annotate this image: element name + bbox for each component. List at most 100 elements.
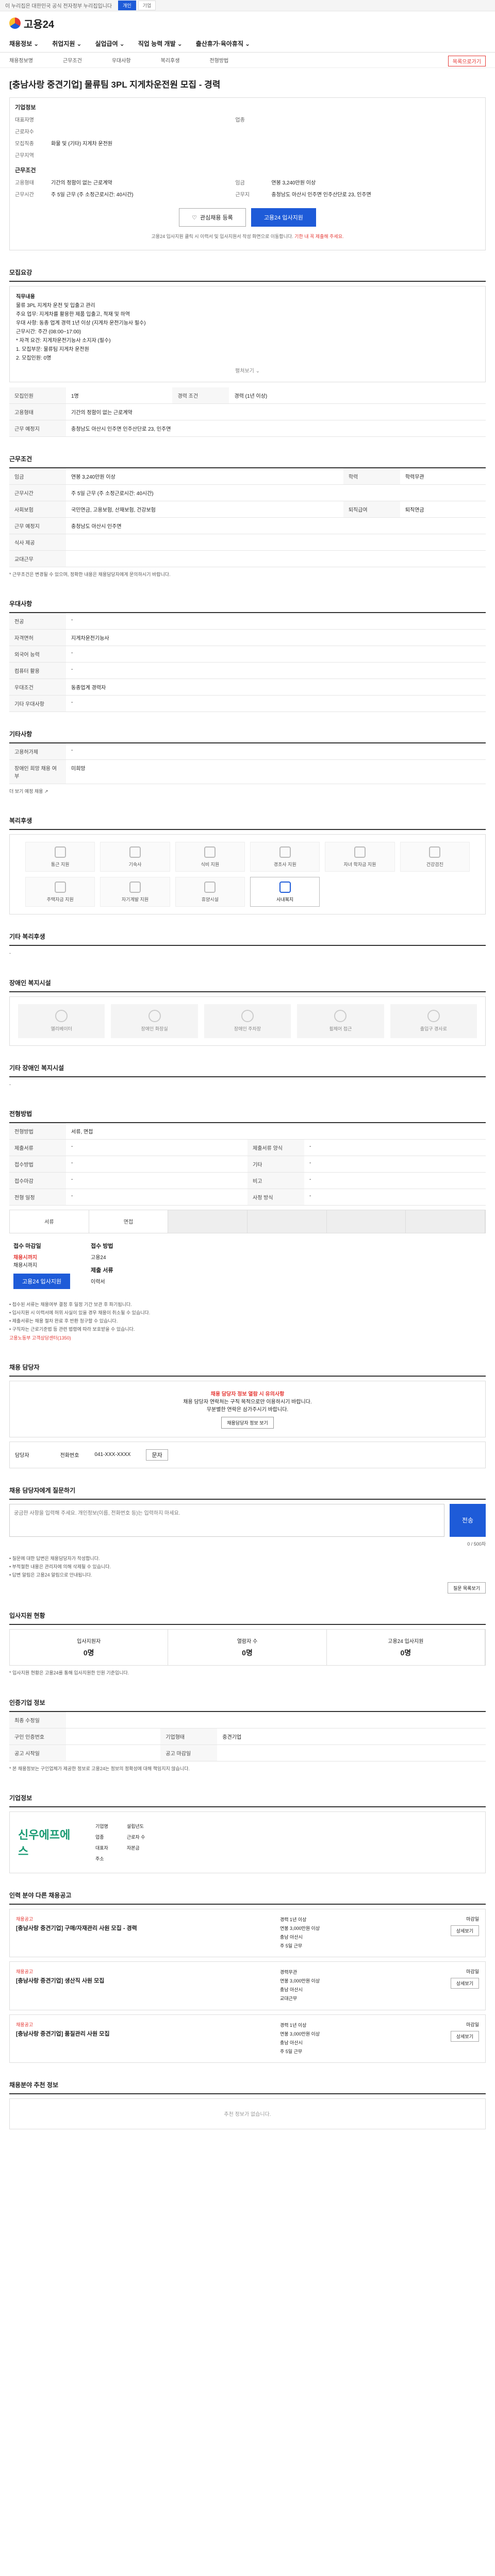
chevron-down-icon: ⌄ — [255, 368, 260, 374]
recruit-grid: 모집인원 1명 경력 조건 경력 (1년 이상) 고용형태 기간의 정함이 없는 근로계… — [9, 387, 486, 437]
grid-value: - — [66, 1156, 248, 1173]
parking-icon — [241, 1010, 254, 1023]
job-card-title[interactable]: [충남사랑 중견기업] 생산직 사원 모집 — [16, 1977, 272, 1986]
apply-note-item: • 접수된 서류는 채용여부 결정 후 일정 기간 보관 후 파기됩니다. — [9, 1301, 132, 1307]
extra-link-text: 더 보기 예정 채용 — [9, 789, 43, 794]
sms-button[interactable]: 문자 — [146, 1449, 168, 1461]
welfare-item: 건강검진 — [400, 842, 470, 872]
inquiry-form: 전송 — [9, 1503, 486, 1537]
recruit-line: * 자격 요건: 지게차운전기능사 소지자 (필수) — [16, 338, 111, 344]
job-card-detail-button[interactable]: 상세보기 — [450, 1925, 479, 1936]
job-card[interactable]: 채용공고 [충남사랑 중견기업] 품질관리 사원 모집 경력 1년 이상 연봉 3,… — [9, 2014, 486, 2063]
grid-key: 경력 조건 — [172, 387, 229, 404]
gnb-label: 실업급여 — [95, 40, 118, 47]
grid-value — [66, 1728, 161, 1745]
contact-phone-label: 전화번호 — [60, 1453, 79, 1459]
apply-note-red[interactable]: 고용노동부 고객상담센터(1350) — [9, 1334, 486, 1342]
welfare-label: 휴양시설 — [201, 896, 219, 902]
welfare-label: 식비 지원 — [201, 861, 220, 867]
grid-value: 동종업계 경력자 — [66, 679, 486, 696]
section-title-welfare-etc: 기타 복리후생 — [9, 924, 486, 946]
contact-alert: 채용 담당자 정보 열람 시 유의사항 채용 담당자 연락처는 구직 목적으로만… — [9, 1380, 486, 1437]
grid-key: 근무 예정지 — [9, 420, 66, 437]
inquiry-list-button[interactable]: 질문 목록보기 — [447, 1582, 486, 1594]
job-card-company: 채용공고 — [16, 2022, 34, 2027]
job-card-status: 마감일 — [466, 1916, 479, 1922]
tab-company[interactable]: 기업 — [138, 1, 156, 10]
grid-key: 자격면허 — [9, 629, 66, 647]
section-title-info: 인증기업 정보 — [9, 1690, 486, 1712]
send-button[interactable]: 전송 — [450, 1503, 486, 1537]
job-card[interactable]: 채용공고 [충남사랑 중견기업] 생산직 사원 모집 경력무관 연봉 3,000만원… — [9, 1961, 486, 2010]
recruit-line: 1. 모집부문: 물류팀 지게차 운전원 — [16, 347, 89, 352]
apply-notes: • 접수된 서류는 채용여부 결정 후 일정 기간 보관 후 파기됩니다. • … — [9, 1297, 486, 1345]
job-summary: 기업정보 대표자명 업종 근로자수 모집직종 화물 및 (기타) 지게차 운전원 근… — [9, 97, 486, 250]
logo-mark-icon — [9, 18, 21, 29]
section-title-preference: 우대사항 — [9, 591, 486, 614]
grid-value: 주 5일 근무 (주 소정근로시간: 40시간) — [66, 484, 486, 501]
company-key: 근로자 수 — [126, 1834, 145, 1840]
anchor-item[interactable]: 우대사항 — [112, 56, 131, 64]
job-card-detail-button[interactable]: 상세보기 — [450, 2030, 479, 2042]
apply-note-item: • 구직자는 근로기준법 등 관련 법령에 따라 보호받을 수 있습니다. — [9, 1327, 135, 1332]
welfare-item: 자녀 학자금 지원 — [325, 842, 395, 872]
job-card-detail-button[interactable]: 상세보기 — [450, 1978, 479, 1989]
gnb-item-parental[interactable]: 출산휴가·육아휴직 ⌄ — [196, 39, 250, 48]
stat-value: 0명 — [83, 1649, 94, 1657]
interest-button[interactable]: ♡ 관심채용 등록 — [179, 208, 246, 227]
summary-value: 화물 및 (기타) 지게차 운전원 — [51, 141, 112, 147]
job-card-title[interactable]: [충남사랑 중견기업] 구매/자재관리 사원 모집 - 경력 — [16, 1924, 272, 1933]
welfare-item: 사내복지 — [250, 877, 320, 907]
heart-icon: ♡ — [192, 214, 197, 221]
anchor-item[interactable]: 채용정보명 — [9, 56, 33, 64]
company-value — [150, 1843, 158, 1853]
apply-button-bottom[interactable]: 고용24 입사지원 — [13, 1273, 71, 1289]
extra-grid: 고용허가제 - 장애인 희망 채용 여부 미희망 — [9, 743, 486, 785]
job-card-title[interactable]: [충남사랑 중견기업] 품질관리 사원 모집 — [16, 2030, 272, 2039]
contact-name-label: 담당자 — [15, 1453, 29, 1459]
work-footnote: * 근무조건은 변경될 수 있으며, 정확한 내용은 채용담당자에게 문의하시기… — [9, 572, 171, 577]
anchor-item[interactable]: 근무조건 — [63, 56, 82, 64]
gnb-item-unemployment[interactable]: 실업급여 ⌄ — [95, 39, 124, 48]
company-key: 업종 — [95, 1834, 104, 1840]
site-logo[interactable]: 고용24 — [9, 16, 54, 31]
back-to-list-button[interactable]: 목록으로가기 — [448, 56, 486, 66]
company-value — [150, 1821, 158, 1831]
inquiry-notes: • 질문에 대한 답변은 채용담당자가 작성합니다. • 부적절한 내용은 관리… — [9, 1551, 486, 1583]
view-contact-button[interactable]: 채용담당자 정보 보기 — [221, 1416, 274, 1429]
tab-personal[interactable]: 개인 — [118, 1, 136, 10]
grid-key: 전공 — [9, 613, 66, 630]
house-icon — [54, 881, 66, 893]
gnb-item-training[interactable]: 직업 능력 개발 ⌄ — [138, 39, 183, 48]
summary-key: 근무시간 — [15, 192, 34, 198]
grid-key: 제출서류 — [9, 1139, 66, 1156]
interest-label: 관심채용 등록 — [200, 215, 233, 221]
inquiry-textarea[interactable] — [9, 1503, 444, 1537]
process-grid: 전형방법 서류, 면접 제출서류 - 제출서류 양식 - 접수방법 - 기타 - 접수마감 - 비… — [9, 1123, 486, 1206]
grid-value: 미희망 — [66, 759, 486, 785]
anchor-item[interactable]: 전형방법 — [209, 56, 228, 64]
contact-alert-text: 무분별한 연락은 삼가주시기 바랍니다. — [206, 1406, 289, 1413]
disability-item: 장애인 주차장 — [204, 1004, 291, 1038]
grid-value: 국민연금, 고용보험, 산재보험, 건강보험 — [66, 501, 343, 518]
disability-label: 휠체어 접근 — [329, 1026, 352, 1032]
contact-alert-text: 채용 담당자 연락처는 구직 목적으로만 이용하시기 바랍니다. — [183, 1399, 312, 1405]
welfare-item: 경조사 지원 — [250, 842, 320, 872]
user-type-tabs: 개인 기업 — [118, 1, 156, 10]
company-key: 주소 — [95, 1856, 104, 1861]
grid-value: - — [304, 1172, 486, 1189]
grid-value: 학력무관 — [400, 468, 486, 485]
expand-button[interactable]: 펼쳐보기 ⌄ — [16, 367, 479, 376]
gnb-item-support[interactable]: 취업지원 ⌄ — [52, 39, 81, 48]
apply-button[interactable]: 고용24 입사지원 — [251, 208, 316, 227]
job-card[interactable]: 채용공고 [충남사랑 중견기업] 구매/자재관리 사원 모집 - 경력 경력 1년… — [9, 1908, 486, 1958]
grid-value: 서류, 면접 — [66, 1123, 486, 1140]
company-table: 기업명 설립년도 업종 근로자 수 대표자 자본금 주소 — [90, 1820, 159, 1865]
gov-banner-text: 이 누리집은 대한민국 공식 전자정부 누리집입니다 — [5, 4, 112, 9]
job-card-status: 마감일 — [466, 2022, 479, 2027]
gnb-item-jobs[interactable]: 채용정보 ⌄ — [9, 39, 39, 48]
extra-link[interactable]: 더 보기 예정 채용 ↗ — [9, 784, 486, 799]
meal-icon — [204, 846, 216, 858]
grid-value — [66, 1711, 486, 1728]
anchor-item[interactable]: 복리후생 — [161, 56, 180, 64]
